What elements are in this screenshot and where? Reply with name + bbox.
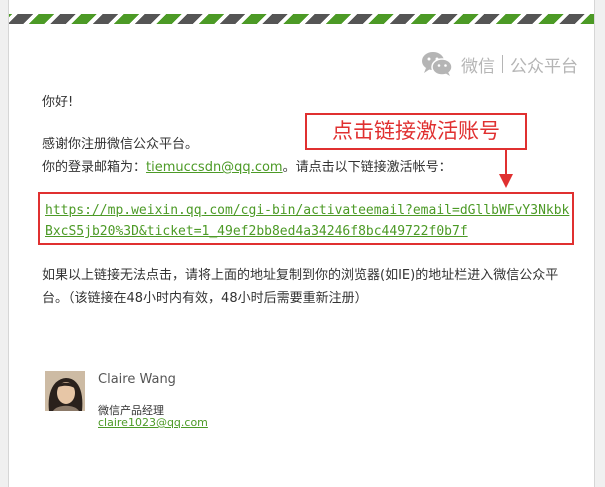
login-email-suffix: 。请点击以下链接激活帐号：	[282, 160, 452, 175]
signature-name: Claire Wang	[98, 372, 176, 387]
thanks-text: 感谢你注册微信公众平台。	[42, 137, 199, 152]
activation-link[interactable]: https://mp.weixin.qq.com/cgi-bin/activat…	[45, 200, 570, 242]
brand-product: 公众平台	[510, 56, 578, 77]
instructions-text: 如果以上链接无法点击，请将上面的地址复制到你的浏览器(如IE)的地址栏进入微信公…	[42, 268, 559, 306]
avatar	[45, 371, 85, 411]
greeting-text: 你好!	[42, 95, 74, 110]
email-card: 微信 公众平台 你好! 感谢你注册微信公众平台。 你的登录邮箱为：tiemucc…	[8, 0, 595, 487]
login-email-link[interactable]: tiemuccsdn@qq.com	[146, 160, 283, 175]
brand-divider	[502, 55, 503, 73]
arrow-down-icon	[499, 150, 513, 188]
brand-header: 微信 公众平台	[421, 50, 578, 78]
avatar-photo	[45, 371, 85, 411]
signature-email-link[interactable]: claire1023@qq.com	[98, 416, 208, 429]
decorative-stripe	[9, 14, 594, 24]
wechat-logo-icon	[422, 52, 453, 76]
activation-callout: 点击链接激活账号	[305, 113, 527, 150]
login-email-prefix: 你的登录邮箱为：	[42, 160, 147, 175]
login-email-line: 你的登录邮箱为：tiemuccsdn@qq.com。请点击以下链接激活帐号：	[42, 158, 452, 178]
activation-link-box: https://mp.weixin.qq.com/cgi-bin/activat…	[38, 192, 574, 245]
brand-name: 微信	[461, 56, 495, 77]
